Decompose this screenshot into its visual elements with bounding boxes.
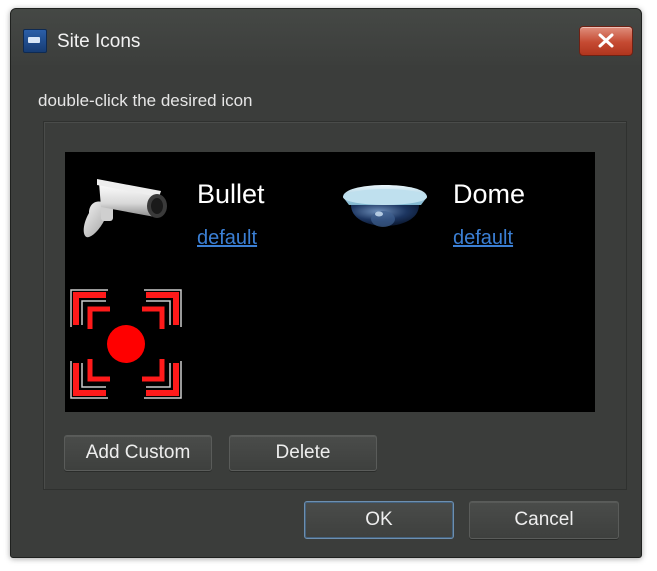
- icon-default-link-bullet[interactable]: default: [197, 227, 257, 250]
- icon-list-panel: Bullet default Dome default: [65, 152, 595, 412]
- add-custom-button[interactable]: Add Custom: [64, 435, 212, 471]
- close-icon: [598, 33, 614, 48]
- icon-name-bullet: Bullet: [197, 179, 265, 209]
- instruction-text: double-click the desired icon: [38, 91, 253, 110]
- icon-item-bullet[interactable]: Bullet default: [75, 167, 295, 262]
- target-marker-icon: [70, 289, 182, 399]
- delete-button[interactable]: Delete: [229, 435, 377, 471]
- window-title: Site Icons: [57, 31, 141, 52]
- icon-name-dome: Dome: [453, 179, 526, 209]
- icon-item-custom[interactable]: [70, 289, 182, 399]
- site-icons-dialog: Site Icons double-click the desired icon: [10, 8, 642, 558]
- icons-group: Bullet default Dome default Add Custom D…: [43, 121, 627, 490]
- dome-camera-icon: [343, 185, 427, 227]
- title-bar[interactable]: Site Icons: [11, 9, 641, 65]
- bullet-camera-icon: [83, 179, 167, 238]
- icon-item-dome[interactable]: Dome default: [335, 167, 575, 262]
- cancel-button[interactable]: Cancel: [469, 501, 619, 539]
- icon-default-link-dome[interactable]: default: [453, 227, 513, 250]
- close-button[interactable]: [579, 26, 633, 56]
- app-logo-icon: [23, 29, 47, 53]
- ok-button[interactable]: OK: [304, 501, 454, 539]
